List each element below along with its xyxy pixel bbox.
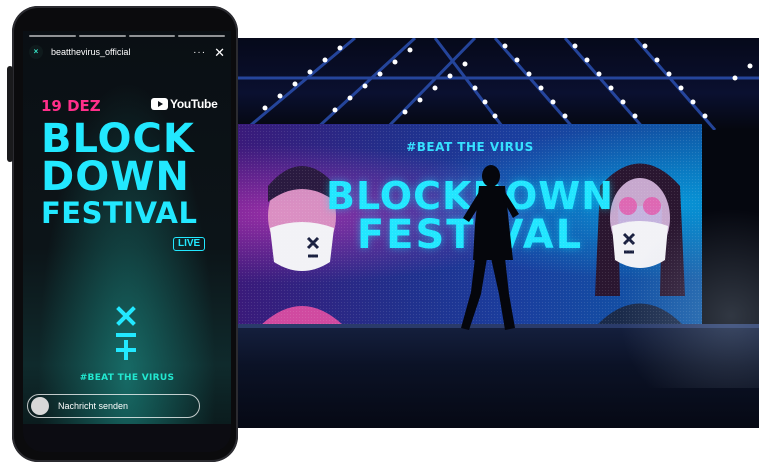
close-icon[interactable]: ✕ [214,46,225,59]
performer-silhouette [461,165,519,330]
phone-bottom-bezel [23,424,231,452]
more-icon[interactable]: ··· [193,47,206,58]
live-badge: LIVE [173,237,206,251]
story-username[interactable]: beatthevirus_official [51,47,193,57]
message-input[interactable]: Nachricht senden [27,394,200,418]
message-placeholder: Nachricht senden [58,401,129,411]
progress-segment [29,35,76,37]
phone-side-button [7,66,13,162]
progress-segment [78,35,126,37]
progress-segment [178,35,225,37]
youtube-play-icon [151,98,168,110]
youtube-logo: YouTube [151,97,218,111]
lighting-truss [205,38,759,130]
story-progress-bar [29,35,225,37]
story-title-line1: BLOCK [41,116,195,162]
story-header: × beatthevirus_official ··· ✕ [29,43,225,61]
progress-segment [128,35,176,37]
smoke-effect [619,208,759,388]
truss-lights-graphic [205,38,759,130]
screen-hashtag: #BEAT THE VIRUS [406,140,534,154]
story-title-line2: DOWN [41,154,190,200]
story-screen: × beatthevirus_official ··· ✕ 19 DEZ You… [23,31,231,424]
profile-avatar[interactable]: × [29,45,43,59]
stage-scene: #BEAT THE VIRUS BLOCKDOWN FESTIVAL [205,38,759,428]
youtube-label: YouTube [170,97,218,111]
user-avatar [31,397,49,415]
logo-mark-icon [116,306,136,360]
event-date: 19 DEZ [41,97,101,115]
masked-face-left-image [262,166,342,324]
story-hashtag: #BEAT THE VIRUS [79,373,175,383]
story-title-line3: FESTIVAL [41,196,198,230]
